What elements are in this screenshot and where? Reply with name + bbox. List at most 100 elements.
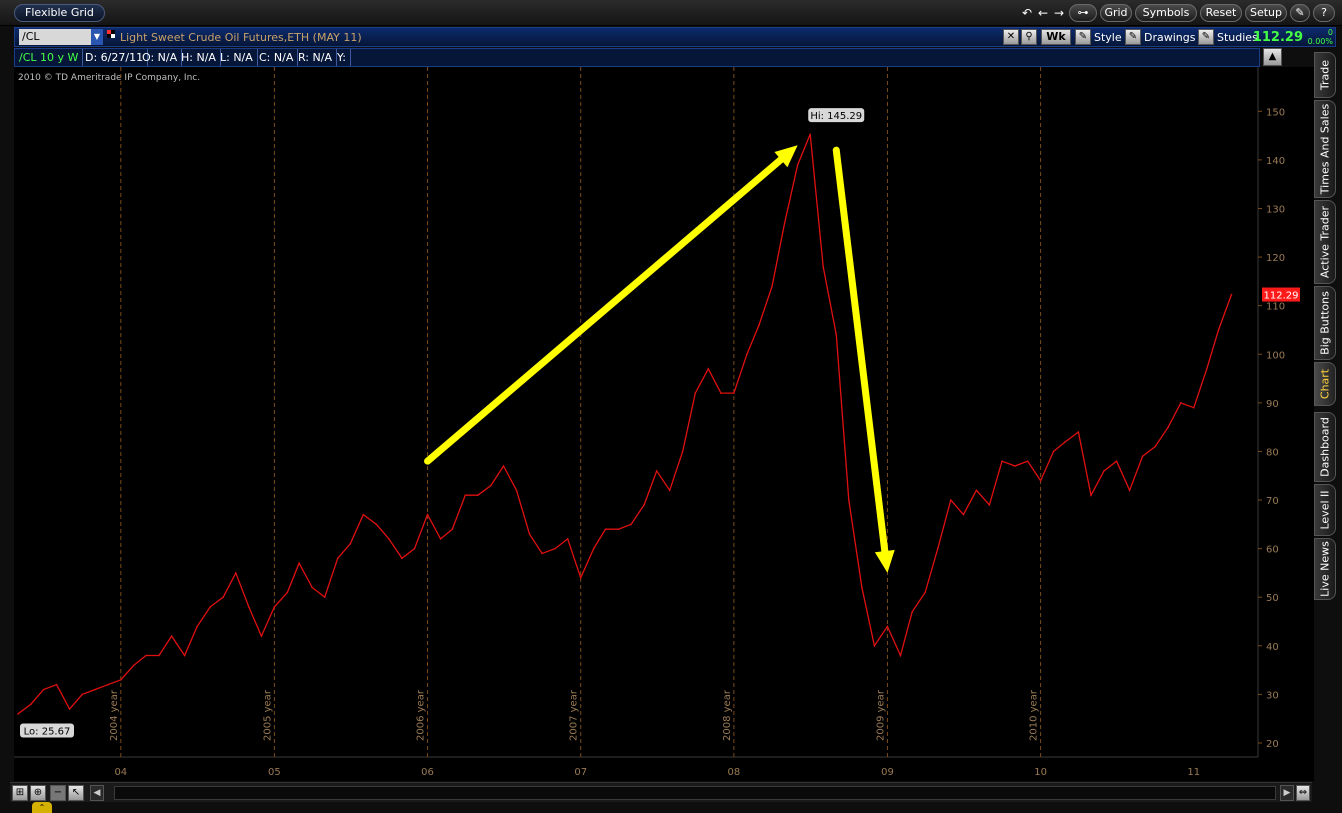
grid-layout-icon[interactable]: ⊞ xyxy=(12,785,28,801)
price-point xyxy=(170,635,173,637)
help-button[interactable]: ? xyxy=(1313,4,1335,22)
title-bar: Flexible Grid ↶ ← → ⊶ Grid Symbols Reset… xyxy=(0,0,1342,26)
cursor-icon[interactable]: ↖ xyxy=(68,785,84,801)
setup-button[interactable]: Setup xyxy=(1245,4,1287,22)
tab-trade[interactable]: Trade xyxy=(1314,52,1336,98)
price-point xyxy=(158,654,160,657)
pin-button[interactable]: ✎ xyxy=(1290,4,1310,22)
high-field: H: N/A xyxy=(177,49,221,66)
timeframe-button[interactable]: Wk xyxy=(1041,29,1071,45)
price-point xyxy=(311,586,313,589)
price-point xyxy=(1103,470,1105,472)
style-icon[interactable]: ✎ xyxy=(1075,29,1091,45)
trading-platform-window: Flexible Grid ↶ ← → ⊶ Grid Symbols Reset… xyxy=(0,0,1342,813)
scroll-right-icon[interactable]: ▶ xyxy=(1280,785,1294,801)
side-tabs: Trade Times And Sales Active Trader Big … xyxy=(1314,52,1336,600)
price-point xyxy=(604,528,607,530)
expand-icon[interactable]: ⇔ xyxy=(1296,785,1310,801)
range-field: R: N/A xyxy=(294,49,337,66)
net-change-value: 0 xyxy=(1327,28,1333,37)
scroll-left-icon[interactable]: ◀ xyxy=(90,785,104,801)
price-point xyxy=(681,450,684,453)
price-point xyxy=(746,353,748,356)
price-point xyxy=(796,163,799,166)
zoom-icon[interactable]: ⊕ xyxy=(30,785,46,801)
tab-active-trader[interactable]: Active Trader xyxy=(1314,200,1336,284)
price-point xyxy=(771,285,773,288)
price-point xyxy=(490,484,492,487)
forward-arrow-icon[interactable]: → xyxy=(1052,5,1066,21)
price-point xyxy=(541,552,543,555)
price-point xyxy=(209,606,211,608)
price-point xyxy=(106,683,109,686)
grid-button[interactable]: Grid xyxy=(1100,4,1132,22)
price-point xyxy=(426,513,429,516)
open-field: O: N/A xyxy=(138,49,183,66)
y-tick-label: 20 xyxy=(1266,739,1279,750)
chart-symbol-period: /CL 10 y W xyxy=(15,49,84,66)
price-point xyxy=(655,470,658,472)
price-point xyxy=(886,625,889,628)
price-point xyxy=(286,591,289,594)
price-point xyxy=(30,703,32,705)
link-button[interactable]: ⊶ xyxy=(1069,4,1097,22)
tab-level-ii[interactable]: Level II xyxy=(1314,484,1336,536)
net-change-percent: 0.00% xyxy=(1307,37,1333,46)
price-chart-svg[interactable]: 2010 © TD Ameritrade IP Company, Inc. 20… xyxy=(14,67,1314,781)
symbol-dropdown-icon[interactable]: ▼ xyxy=(91,29,103,45)
price-point xyxy=(401,557,403,560)
price-point xyxy=(1039,479,1042,482)
price-point xyxy=(502,465,505,467)
chart-bottom-bar: ⊞ ⊕ − ↖ ◀ ▶ ⇔ xyxy=(10,782,1312,802)
link-tool-icon[interactable]: ⚲ xyxy=(1021,29,1037,45)
symbols-button[interactable]: Symbols xyxy=(1135,4,1197,22)
low-label: Lo: 25.67 xyxy=(24,726,71,737)
chart-background xyxy=(14,67,1314,781)
style-button[interactable]: Style xyxy=(1094,28,1122,47)
price-point xyxy=(323,596,326,599)
symbol-bar: /CL ▼ Light Sweet Crude Oil Futures,ETH … xyxy=(14,27,1336,47)
price-point xyxy=(668,489,671,492)
collapse-panel-icon[interactable]: ⌃ xyxy=(32,802,52,813)
price-point xyxy=(1205,368,1208,370)
price-point xyxy=(1090,494,1092,496)
price-point xyxy=(94,688,97,691)
time-scrollbar[interactable] xyxy=(114,786,1276,800)
chart-settings-icon[interactable]: ▲ xyxy=(1263,48,1282,66)
tab-live-news[interactable]: Live News xyxy=(1314,538,1336,600)
tab-times-and-sales[interactable]: Times And Sales xyxy=(1314,100,1336,198)
zoom-out-icon[interactable]: − xyxy=(50,785,66,801)
drawings-button[interactable]: Drawings xyxy=(1144,28,1195,47)
x-tick-label: 09 xyxy=(881,767,894,778)
tab-chart[interactable]: Chart xyxy=(1314,362,1336,406)
studies-icon[interactable]: ✎ xyxy=(1198,29,1214,45)
undo-icon[interactable]: ↶ xyxy=(1020,5,1034,21)
pin-icon: ✎ xyxy=(1295,6,1305,19)
price-point xyxy=(975,489,978,492)
price-point xyxy=(17,713,19,715)
price-chart[interactable]: 2010 © TD Ameritrade IP Company, Inc. 20… xyxy=(14,67,1314,781)
y-tick-label: 70 xyxy=(1266,496,1279,507)
price-point xyxy=(528,533,531,535)
price-point xyxy=(822,265,825,268)
y-tick-label: 80 xyxy=(1266,447,1279,458)
price-point xyxy=(566,538,569,540)
crosshair-tool-icon[interactable]: ✕ xyxy=(1003,29,1019,45)
tab-big-buttons[interactable]: Big Buttons xyxy=(1314,286,1336,360)
price-point xyxy=(349,542,352,545)
price-point xyxy=(911,611,914,613)
year-marker-label: 2005 year xyxy=(262,689,273,741)
price-point xyxy=(554,547,556,550)
window-title: Flexible Grid xyxy=(14,4,105,22)
price-point xyxy=(707,368,710,370)
tab-dashboard[interactable]: Dashboard xyxy=(1314,412,1336,482)
back-arrow-icon[interactable]: ← xyxy=(1036,5,1050,21)
drawings-icon[interactable]: ✎ xyxy=(1125,29,1141,45)
year-marker-label: 2008 year xyxy=(722,689,733,741)
price-point xyxy=(720,392,722,394)
reset-button[interactable]: Reset xyxy=(1200,4,1242,22)
price-point xyxy=(234,572,237,574)
studies-button[interactable]: Studies xyxy=(1217,28,1258,47)
symbol-input[interactable]: /CL xyxy=(19,29,93,45)
price-point xyxy=(1001,460,1003,462)
